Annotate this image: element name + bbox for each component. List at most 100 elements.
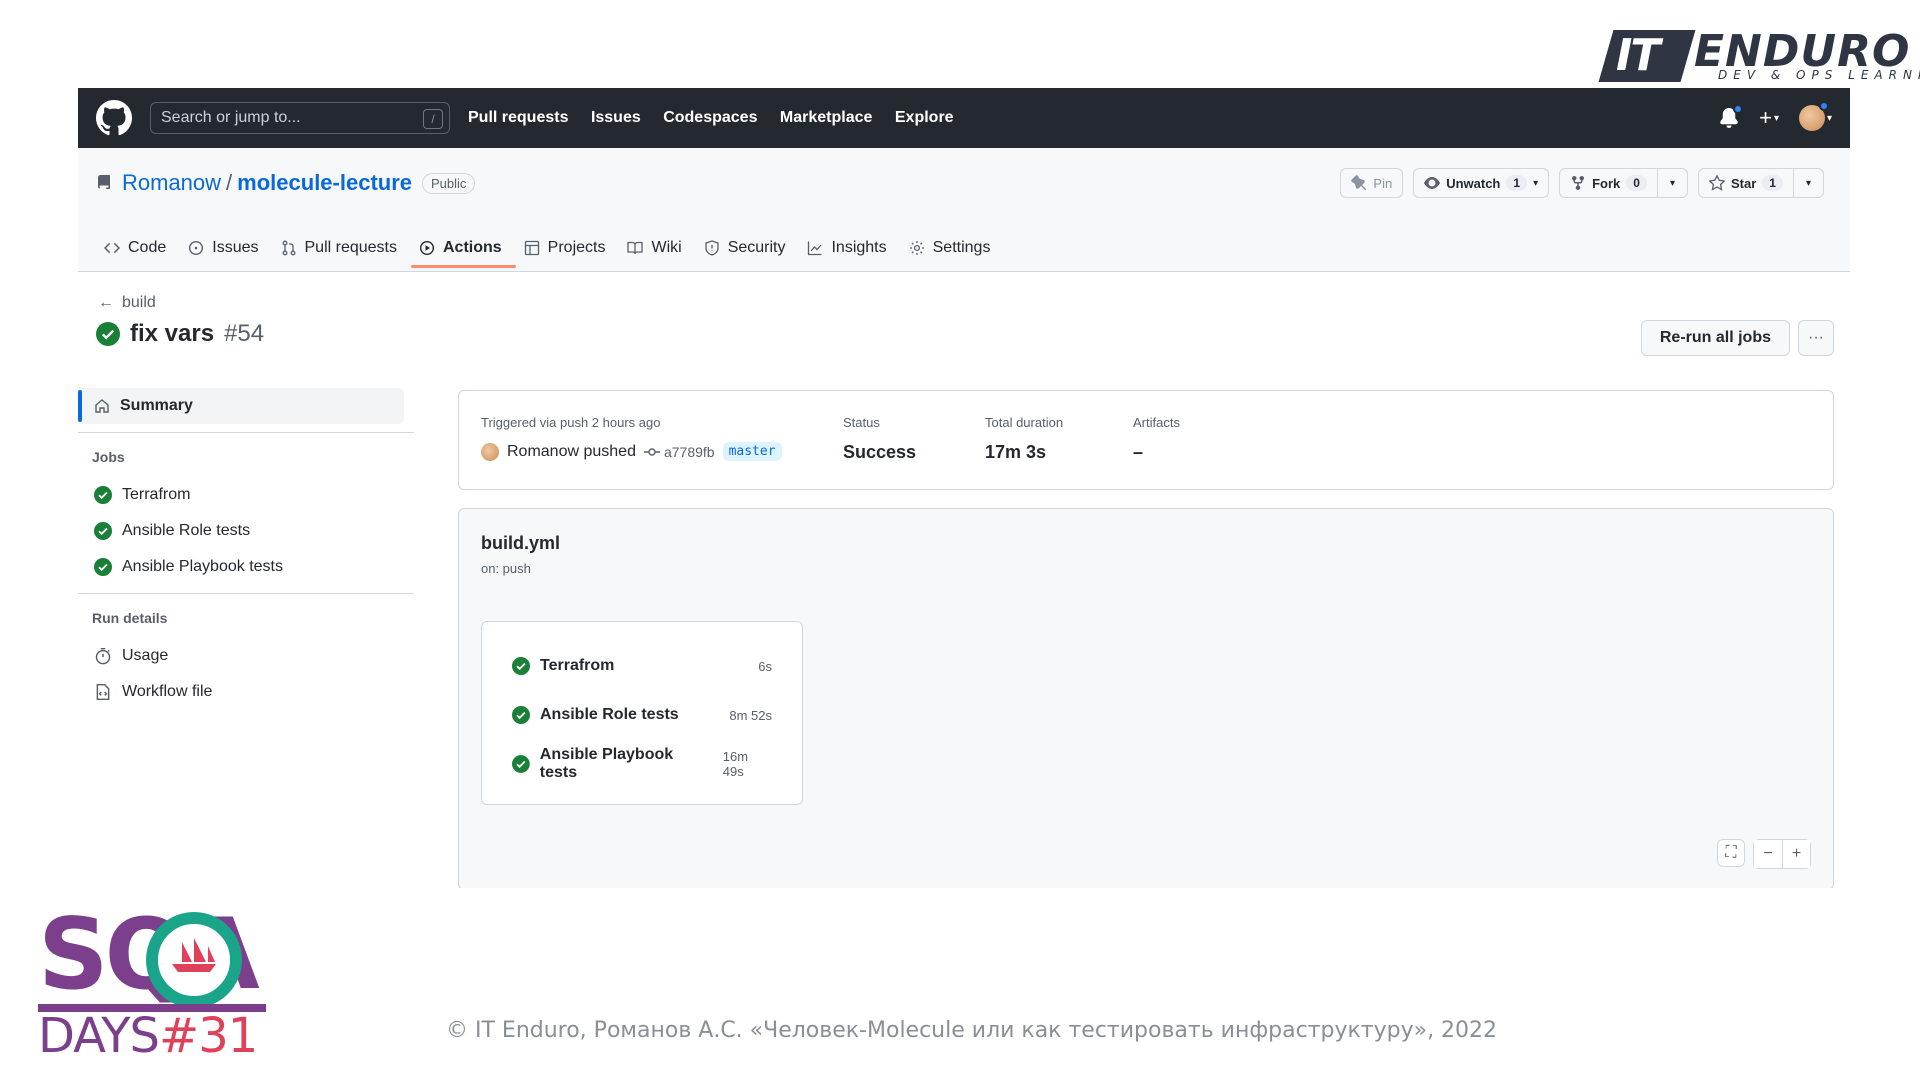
- trigger-label: Triggered via push 2 hours ago: [481, 415, 661, 430]
- it-enduro-logo: IT ENDURO DEV & OPS LEARNING: [1598, 26, 1920, 84]
- trigger-column: Triggered via push 2 hours ago Romanow p…: [481, 415, 782, 461]
- artifacts-label: Artifacts: [1133, 415, 1180, 430]
- conference-number: #31: [159, 1008, 258, 1064]
- commit-icon: [643, 447, 660, 456]
- graph-zoom-controls: ⛶ − +: [1717, 839, 1811, 869]
- chevron-down-icon: ▾: [1669, 177, 1675, 189]
- notifications-button[interactable]: [1719, 104, 1744, 128]
- tab-code[interactable]: Code: [96, 228, 180, 268]
- unwatch-button[interactable]: Unwatch 1 ▾: [1413, 168, 1550, 198]
- check-circle-icon: [512, 755, 530, 773]
- tab-label: Settings: [932, 239, 991, 256]
- tab-label: Projects: [547, 239, 606, 256]
- tab-wiki[interactable]: Wiki: [619, 228, 695, 268]
- user-menu-button[interactable]: ▾: [1798, 101, 1832, 131]
- fork-dropdown-button[interactable]: ▾: [1657, 168, 1688, 198]
- file-code-icon: [96, 683, 110, 701]
- star-button[interactable]: Star 1: [1697, 168, 1794, 198]
- duration-value: 17m 3s: [985, 442, 1047, 462]
- repo-owner-link[interactable]: Romanow: [122, 170, 221, 196]
- job-duration: 16m 49s: [722, 749, 749, 779]
- more-options-button[interactable]: ···: [1798, 320, 1834, 356]
- run-details-heading: Run details: [92, 610, 168, 626]
- check-circle-icon: [96, 322, 120, 346]
- visibility-badge: Public: [422, 172, 476, 194]
- zoom-out-button[interactable]: −: [1754, 840, 1782, 868]
- check-circle-icon: [94, 522, 112, 540]
- graph-icon: [808, 241, 822, 256]
- check-circle-icon: [94, 558, 112, 576]
- workflow-file-name: build.yml: [481, 533, 561, 553]
- nav-pull-requests[interactable]: Pull requests: [468, 109, 568, 126]
- sidebar-item-workflow-file[interactable]: Workflow file: [78, 674, 414, 710]
- gear-icon: [909, 241, 924, 255]
- chevron-down-icon: ▾: [1805, 177, 1811, 189]
- avatar-status-dot: [1818, 101, 1829, 111]
- back-label: build: [122, 294, 156, 311]
- nav-codespaces[interactable]: Codespaces: [663, 109, 757, 126]
- workflow-graph-card: build.yml on: push Terrafrom 6s Ansible …: [458, 508, 1834, 888]
- repo-name-link[interactable]: molecule-lecture: [237, 170, 412, 196]
- code-icon: [104, 242, 120, 254]
- create-new-button[interactable]: + ▾: [1759, 105, 1779, 131]
- search-placeholder: Search or jump to...: [161, 109, 301, 126]
- fullscreen-button[interactable]: ⛶: [1717, 839, 1745, 867]
- github-logo-icon[interactable]: [96, 100, 132, 136]
- pin-icon: [1351, 175, 1367, 191]
- book-icon: [627, 241, 644, 255]
- nav-issues[interactable]: Issues: [591, 109, 641, 126]
- status-label: Status: [843, 415, 880, 430]
- back-to-workflow-link[interactable]: ← build: [98, 294, 156, 312]
- days-word: DAYS: [38, 1008, 160, 1064]
- tab-pull-requests[interactable]: Pull requests: [273, 228, 412, 268]
- pin-button[interactable]: Pin: [1340, 168, 1404, 198]
- kebab-icon: ···: [1808, 329, 1824, 346]
- sidebar-job-ansible-playbook-tests[interactable]: Ansible Playbook tests: [78, 549, 414, 585]
- sidebar-item-summary[interactable]: Summary: [78, 388, 404, 424]
- nav-marketplace[interactable]: Marketplace: [780, 109, 873, 126]
- run-sidebar: Summary Jobs Terrafrom Ansible Role test…: [78, 388, 414, 710]
- run-name: fix vars: [130, 320, 215, 347]
- tab-projects[interactable]: Projects: [516, 228, 620, 268]
- repo-actions: Pin Unwatch 1 ▾ Fork 0 ▾ Star 1 ▾: [1340, 168, 1824, 198]
- branch-badge[interactable]: master: [722, 442, 782, 461]
- push-info: Romanow pushed a7789fb master: [481, 442, 782, 461]
- slide-footer: © IT Enduro, Романов А.С. «Человек-Molec…: [446, 1018, 1498, 1043]
- repo-header: Romanow / molecule-lecture Public Pin Un…: [78, 148, 1850, 272]
- zoom-in-button[interactable]: +: [1782, 840, 1810, 868]
- notification-dot: [1733, 104, 1744, 114]
- fork-count: 0: [1626, 175, 1647, 191]
- sidebar-job-terrafrom[interactable]: Terrafrom: [78, 477, 414, 513]
- fork-split-button: Fork 0 ▾: [1559, 168, 1688, 198]
- commit-sha-link[interactable]: a7789fb: [643, 444, 715, 460]
- star-dropdown-button[interactable]: ▾: [1793, 168, 1824, 198]
- tab-label: Pull requests: [304, 239, 398, 256]
- status-value: Success: [843, 442, 917, 462]
- sidebar-item-usage[interactable]: Usage: [78, 638, 414, 674]
- tab-security[interactable]: Security: [696, 228, 800, 268]
- tab-label: Wiki: [651, 239, 682, 256]
- nav-explore[interactable]: Explore: [895, 109, 954, 126]
- ship-icon: [172, 938, 216, 972]
- minus-icon: −: [1763, 845, 1773, 862]
- pin-label: Pin: [1373, 175, 1393, 191]
- tab-issues[interactable]: Issues: [180, 228, 272, 268]
- sidebar-job-ansible-role-tests[interactable]: Ansible Role tests: [78, 513, 414, 549]
- tab-label: Insights: [831, 239, 887, 256]
- star-count: 1: [1762, 175, 1783, 191]
- search-input[interactable]: Search or jump to... /: [150, 102, 450, 134]
- jobs-graph-node: Terrafrom 6s Ansible Role tests 8m 52s A…: [481, 621, 803, 805]
- tab-actions[interactable]: Actions: [411, 228, 516, 268]
- shield-icon: [705, 240, 719, 256]
- job-name: Ansible Role tests: [540, 706, 679, 723]
- tab-settings[interactable]: Settings: [901, 228, 1005, 268]
- tab-insights[interactable]: Insights: [799, 228, 900, 268]
- graph-job-ansible-role-tests[interactable]: Ansible Role tests 8m 52s: [512, 705, 772, 725]
- status-column: Status Success: [843, 415, 916, 463]
- job-duration: 6s: [758, 658, 772, 674]
- graph-job-ansible-playbook-tests[interactable]: Ansible Playbook tests 16m 49s: [512, 746, 772, 781]
- rerun-all-jobs-button[interactable]: Re-run all jobs: [1640, 320, 1790, 356]
- fork-button[interactable]: Fork 0: [1559, 168, 1658, 198]
- sidebar-divider: [78, 432, 414, 433]
- graph-job-terrafrom[interactable]: Terrafrom 6s: [512, 656, 772, 676]
